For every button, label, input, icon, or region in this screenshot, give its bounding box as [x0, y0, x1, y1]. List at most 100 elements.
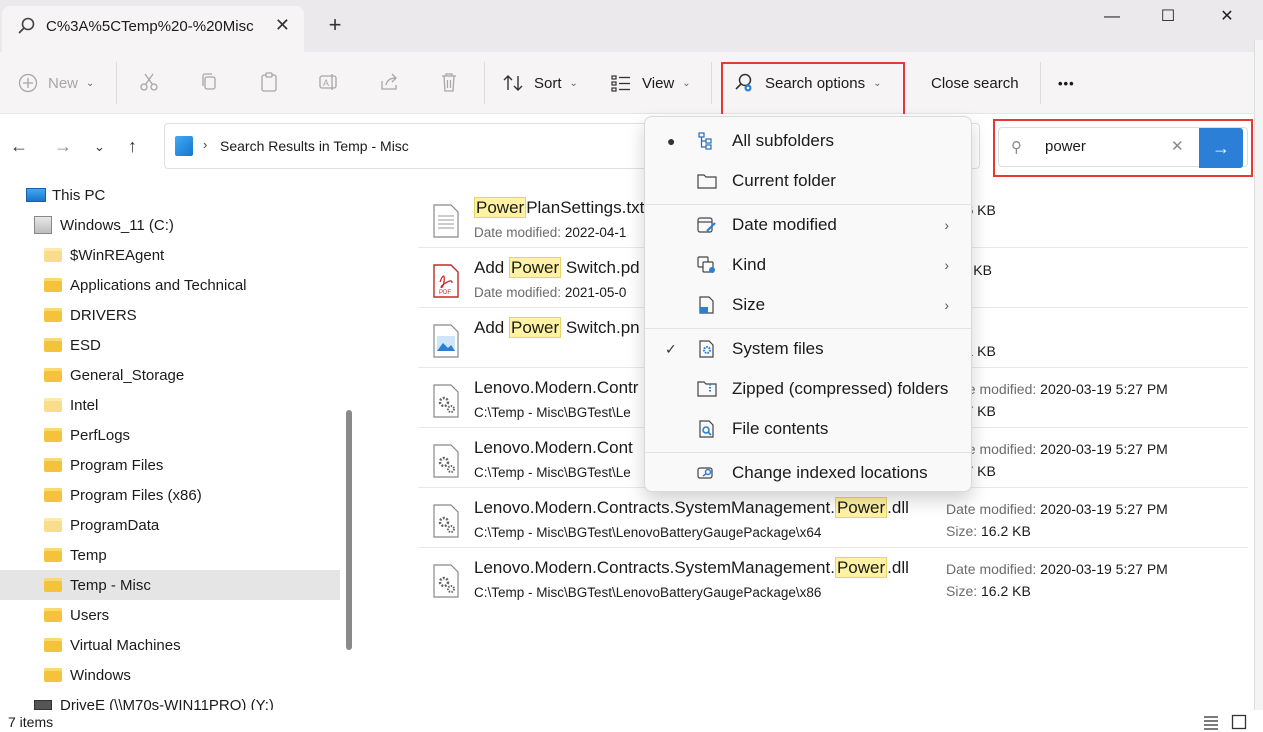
menu-item-zipped-folders[interactable]: Zipped (compressed) folders: [645, 369, 971, 409]
folder-icon: [44, 518, 62, 532]
sidebar-item-program-files[interactable]: Program Files: [0, 450, 340, 480]
file-path: C:\Temp - Misc\BGTest\Le: [474, 405, 631, 420]
folder-icon: [44, 668, 62, 682]
list-item[interactable]: Lenovo.Modern.Contracts.SystemManagement…: [418, 488, 1248, 548]
file-subtext: Date modified: 2022-04-1: [474, 225, 627, 240]
sidebar-item-temp[interactable]: Temp: [0, 540, 340, 570]
sidebar-item-label: Windows_11 (C:): [60, 216, 174, 234]
cut-icon[interactable]: [138, 71, 160, 93]
menu-item-current-folder[interactable]: Current folder: [645, 161, 971, 201]
sort-button[interactable]: Sort ⌄: [502, 68, 578, 98]
search-highlight: Power: [474, 197, 527, 218]
maximize-button[interactable]: ☐: [1148, 4, 1188, 30]
chevron-down-icon: ⌄: [569, 77, 578, 89]
dll-file-icon: [433, 504, 459, 538]
drive-icon: [34, 216, 52, 234]
submenu-chevron-icon: ›: [944, 217, 949, 233]
sidebar-item-label: This PC: [52, 186, 106, 204]
sidebar-item-this-pc[interactable]: This PC: [0, 180, 340, 210]
file-name: Lenovo.Modern.Cont: [474, 438, 633, 457]
view-label: View: [642, 74, 675, 92]
dll-file-icon: [433, 564, 459, 598]
sidebar-item-temp-misc[interactable]: Temp - Misc: [0, 570, 340, 600]
pdf-file-icon: PDF: [433, 264, 459, 298]
sidebar-item-label: Temp: [70, 546, 107, 564]
sidebar-item-perflogs[interactable]: PerfLogs: [0, 420, 340, 450]
file-date: Date modified: 2020-03-19 5:27 PM: [946, 501, 1168, 517]
divider: [484, 62, 485, 104]
sidebar-item-program-files-x86[interactable]: Program Files (x86): [0, 480, 340, 510]
folder-icon: [44, 248, 62, 262]
close-search-button[interactable]: Close search: [931, 68, 1019, 98]
close-window-button[interactable]: ✕: [1207, 4, 1247, 30]
delete-icon[interactable]: [438, 71, 460, 93]
menu-item-change-indexed-locations[interactable]: Change indexed locations: [645, 453, 971, 493]
back-arrow-icon[interactable]: ←: [10, 136, 28, 157]
list-item[interactable]: Lenovo.Modern.Contracts.SystemManagement…: [418, 548, 1248, 608]
copy-icon[interactable]: [198, 71, 220, 93]
tab-search-results[interactable]: C%3A%5CTemp%20-%20Misc ✕: [2, 6, 304, 52]
folder-icon: [44, 368, 62, 382]
details-view-icon[interactable]: [1203, 714, 1219, 730]
tiles-view-icon[interactable]: [1231, 714, 1247, 730]
sidebar-item-esd[interactable]: ESD: [0, 330, 340, 360]
submenu-chevron-icon: ›: [944, 297, 949, 313]
sidebar-item-label: Program Files: [70, 456, 164, 474]
folder-icon: [44, 488, 62, 502]
forward-arrow-icon[interactable]: →: [54, 136, 72, 157]
file-name: Lenovo.Modern.Contr: [474, 378, 639, 397]
share-icon[interactable]: [378, 71, 400, 93]
menu-item-date-modified[interactable]: Date modified ›: [645, 205, 971, 245]
new-button[interactable]: New ⌄: [18, 68, 94, 98]
rename-icon[interactable]: A: [318, 71, 340, 93]
menu-item-size[interactable]: Size ›: [645, 285, 971, 325]
tab-close-icon[interactable]: ✕: [275, 15, 290, 36]
search-highlight: Power: [508, 317, 562, 338]
folder-icon: [44, 578, 62, 592]
divider: [1040, 62, 1041, 104]
sidebar-item-label: ESD: [70, 336, 101, 354]
up-arrow-icon[interactable]: ↑: [128, 136, 137, 157]
sidebar-item-label: Temp - Misc: [70, 576, 151, 594]
breadcrumb[interactable]: Search Results in Temp - Misc: [220, 138, 409, 154]
sidebar-item-general-storage[interactable]: General_Storage: [0, 360, 340, 390]
sidebar-item-network-drive[interactable]: DriveE (\\M70s-WIN11PRO) (Y:): [0, 690, 340, 710]
new-tab-button[interactable]: +: [322, 12, 348, 38]
menu-item-kind[interactable]: Kind ›: [645, 245, 971, 285]
search-highlight: Power: [508, 257, 562, 278]
recent-chevron-icon[interactable]: ⌄: [94, 139, 105, 155]
sort-label: Sort: [534, 74, 562, 92]
sidebar-item-label: PerfLogs: [70, 426, 131, 444]
sidebar-item-users[interactable]: Users: [0, 600, 340, 630]
sidebar-item-intel[interactable]: Intel: [0, 390, 340, 420]
new-label: New: [48, 74, 79, 92]
sidebar-scrollbar[interactable]: [346, 410, 352, 650]
more-options-button[interactable]: •••: [1058, 68, 1075, 98]
system-file-icon: [699, 340, 714, 358]
sidebar-item-label: DriveE (\\M70s-WIN11PRO) (Y:): [60, 696, 274, 711]
subfolders-icon: [698, 132, 712, 150]
search-highlight: Power: [834, 557, 888, 578]
sidebar-item-windows-drive[interactable]: Windows_11 (C:): [0, 210, 340, 240]
folder-icon: [44, 458, 62, 472]
view-button[interactable]: View ⌄: [610, 68, 691, 98]
minimize-button[interactable]: —: [1092, 4, 1132, 30]
chevron-down-icon: ⌄: [86, 77, 95, 89]
dll-file-icon: [433, 384, 459, 418]
paste-icon[interactable]: [258, 71, 280, 93]
zip-folder-icon: [697, 381, 717, 397]
sidebar-item-windows[interactable]: Windows: [0, 660, 340, 690]
sidebar-item-programdata[interactable]: ProgramData: [0, 510, 340, 540]
menu-item-all-subfolders[interactable]: ● All subfolders: [645, 121, 971, 161]
sidebar-item-virtual-machines[interactable]: Virtual Machines: [0, 630, 340, 660]
file-name: Add Power Switch.pd: [474, 257, 640, 278]
folder-icon: [44, 428, 62, 442]
sidebar-item-applications[interactable]: Applications and Technical: [0, 270, 340, 300]
menu-item-system-files[interactable]: ✓ System files: [645, 329, 971, 369]
breadcrumb-chevron-icon[interactable]: ›: [203, 137, 207, 152]
folder-icon: [44, 338, 62, 352]
sidebar-item-label: ProgramData: [70, 516, 160, 534]
sidebar-item-winreagent[interactable]: $WinREAgent: [0, 240, 340, 270]
sidebar-item-drivers[interactable]: DRIVERS: [0, 300, 340, 330]
menu-item-file-contents[interactable]: File contents: [645, 409, 971, 449]
